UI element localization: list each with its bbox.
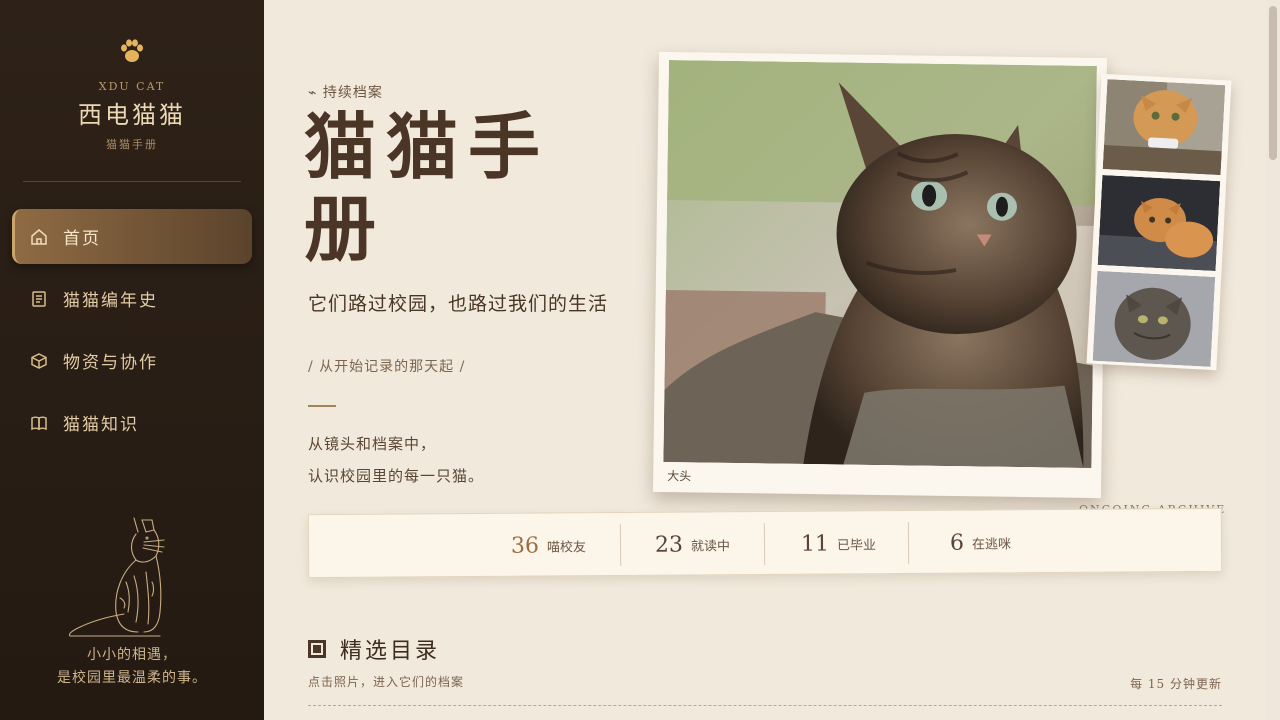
stat-label: 已毕业 bbox=[836, 537, 877, 553]
hero-subtitle: 它们路过校园，也路过我们的生活 bbox=[308, 293, 609, 315]
main-content: ⌁ 持续档案 猫猫手册 它们路过校园，也路过我们的生活 / 从开始记录的那天起 … bbox=[264, 0, 1280, 720]
cat-sketch-illustration bbox=[64, 512, 174, 642]
main-nav: 首页 猫猫编年史 物资与协作 猫猫知识 bbox=[12, 209, 252, 457]
photo-caption: 大头 bbox=[667, 469, 692, 484]
nav-item-label: 猫猫知识 bbox=[63, 415, 139, 435]
nav-item-label: 猫猫编年史 bbox=[63, 291, 158, 311]
brand-name: 西电猫猫 bbox=[78, 101, 186, 129]
update-frequency: 每 15 分钟更新 bbox=[1130, 677, 1222, 691]
brand-divider bbox=[23, 181, 241, 182]
hero-eyebrow: ⌁ 持续档案 bbox=[308, 85, 383, 101]
nav-item-supplies[interactable]: 物资与协作 bbox=[12, 333, 252, 388]
hero-description: 从镜头和档案中， 认识校园里的每一只猫。 bbox=[308, 428, 484, 492]
square-icon bbox=[308, 640, 326, 658]
nav-item-label: 物资与协作 bbox=[63, 353, 158, 373]
description-line: 认识校园里的每一只猫。 bbox=[308, 467, 485, 485]
stats-bar: 36 喵校友 23 就读中 11 已毕业 6 在逃咪 bbox=[307, 507, 1223, 579]
stat-graduated[interactable]: 11 已毕业 bbox=[801, 511, 876, 576]
gray-cat-photo[interactable] bbox=[1092, 270, 1216, 367]
stat-value: 36 bbox=[510, 533, 540, 559]
nav-item-chronicle[interactable]: 猫猫编年史 bbox=[12, 271, 252, 326]
section-hint: 点击照片，进入它们的档案 bbox=[308, 675, 465, 689]
document-icon bbox=[30, 290, 48, 308]
stat-label: 在逃咪 bbox=[971, 536, 1012, 553]
stat-value: 6 bbox=[949, 530, 965, 556]
brand[interactable]: XDU CAT 西电猫猫 猫猫手册 bbox=[0, 36, 264, 152]
photo-strip bbox=[1086, 73, 1232, 371]
stat-label: 喵校友 bbox=[546, 539, 587, 556]
stat-divider bbox=[907, 521, 910, 565]
sidebar: XDU CAT 西电猫猫 猫猫手册 首页 猫猫编年史 物资与协作 猫猫知识 小小… bbox=[0, 0, 264, 720]
nav-item-label: 首页 bbox=[63, 229, 101, 249]
home-icon bbox=[30, 228, 48, 246]
book-icon bbox=[30, 414, 48, 432]
brand-english-name: XDU CAT bbox=[98, 80, 166, 93]
quote-line: 小小的相遇， bbox=[87, 647, 177, 663]
scrollbar-thumb[interactable] bbox=[1269, 6, 1277, 160]
section-divider bbox=[308, 705, 1222, 706]
stat-alumni[interactable]: 36 喵校友 bbox=[511, 513, 586, 578]
stat-label: 就读中 bbox=[690, 538, 731, 555]
scrollbar[interactable] bbox=[1266, 0, 1280, 720]
stat-divider bbox=[763, 523, 766, 566]
orange-cat-car-photo[interactable] bbox=[1097, 174, 1221, 272]
page-title: 猫猫手册 bbox=[304, 104, 551, 271]
tabby-cat-photo bbox=[663, 60, 1097, 468]
stat-value: 23 bbox=[654, 532, 684, 558]
stat-divider bbox=[619, 524, 622, 567]
stat-missing[interactable]: 6 在逃咪 bbox=[950, 510, 1011, 574]
box-icon bbox=[30, 352, 48, 370]
hero-tagline: / 从开始记录的那天起 / bbox=[308, 359, 466, 375]
hero-divider bbox=[308, 405, 336, 407]
stat-enrolled[interactable]: 23 就读中 bbox=[655, 512, 730, 577]
quote-line: 是校园里最温柔的事。 bbox=[57, 670, 207, 686]
featured-cat-photo[interactable]: 大头 bbox=[652, 51, 1108, 499]
orange-cat-photo[interactable] bbox=[1102, 79, 1226, 176]
paw-icon bbox=[117, 36, 147, 66]
stat-value: 11 bbox=[800, 531, 830, 557]
nav-item-home[interactable]: 首页 bbox=[12, 209, 252, 264]
sidebar-quote: 小小的相遇， 是校园里最温柔的事。 bbox=[0, 644, 264, 690]
brand-subtitle: 猫猫手册 bbox=[106, 138, 158, 151]
section-title-text: 精选目录 bbox=[340, 639, 441, 664]
description-line: 从镜头和档案中， bbox=[308, 435, 437, 453]
section-title: 精选目录 bbox=[308, 633, 440, 665]
nav-item-knowledge[interactable]: 猫猫知识 bbox=[12, 395, 252, 450]
